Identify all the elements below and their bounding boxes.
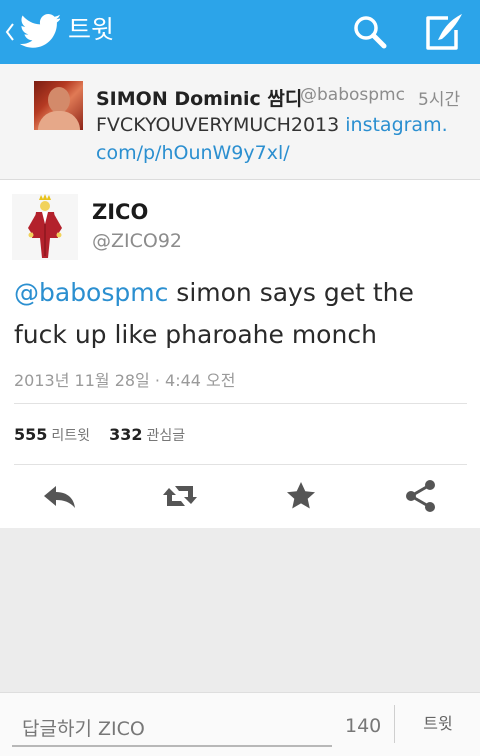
reply-input[interactable] — [12, 713, 332, 747]
tweet-link-continued[interactable]: com/p/hOunW9y7xl/ — [96, 142, 290, 164]
avatar-face-shape — [48, 87, 70, 113]
favorite-label[interactable]: 관심글 — [147, 428, 186, 444]
action-bar: 트윗 — [0, 0, 480, 64]
retweet-count[interactable]: 555 — [14, 425, 47, 444]
author-handle: @babospmc — [300, 85, 405, 105]
tweet-button[interactable]: 트윗 — [408, 709, 468, 739]
back-chevron-icon[interactable] — [4, 18, 16, 46]
avatar[interactable] — [34, 81, 83, 130]
twitter-bird-icon[interactable] — [20, 14, 60, 48]
reply-icon[interactable] — [40, 478, 80, 514]
reply-bar: 140 트윗 — [0, 692, 480, 756]
search-icon[interactable] — [350, 12, 390, 52]
avatar-shoulder-shape — [38, 111, 80, 130]
author-name: SIMON Dominic 쌈디 — [96, 88, 303, 110]
divider — [14, 403, 467, 404]
tweet-stats: 555 리트윗 332 관심글 — [14, 425, 199, 445]
favorite-star-icon[interactable] — [281, 478, 321, 514]
character-count: 140 — [345, 715, 382, 737]
retweet-label[interactable]: 리트윗 — [51, 428, 90, 444]
tweet-detail-card: ZICO @ZICO92 @babospmc simon says get th… — [0, 180, 480, 528]
tweet-text: @babospmc simon says get the fuck up lik… — [14, 272, 469, 356]
favorite-count[interactable]: 332 — [109, 425, 142, 444]
tweet-text-line-1: FVCKYOUVERYMUCH2013 instagram. — [96, 114, 448, 136]
page-title: 트윗 — [68, 15, 115, 44]
tweet-text: FVCKYOUVERYMUCH2013 — [96, 114, 346, 136]
author-name[interactable]: ZICO — [92, 200, 148, 224]
tweet-time: 5시간 — [418, 90, 461, 110]
avatar[interactable] — [12, 194, 78, 260]
share-icon[interactable] — [401, 478, 441, 514]
mention-link[interactable]: @babospmc — [14, 278, 168, 307]
divider — [14, 464, 467, 465]
retweet-icon[interactable] — [160, 478, 200, 514]
in-reply-to-tweet[interactable]: SIMON Dominic 쌈디 @babospmc 5시간 FVCKYOUVE… — [0, 64, 480, 180]
tweet-timestamp: 2013년 11월 28일 · 4:44 오전 — [14, 371, 236, 390]
divider — [394, 705, 395, 743]
compose-icon[interactable] — [422, 12, 466, 52]
tweet-link[interactable]: instagram. — [345, 114, 447, 136]
author-handle[interactable]: @ZICO92 — [92, 230, 182, 252]
